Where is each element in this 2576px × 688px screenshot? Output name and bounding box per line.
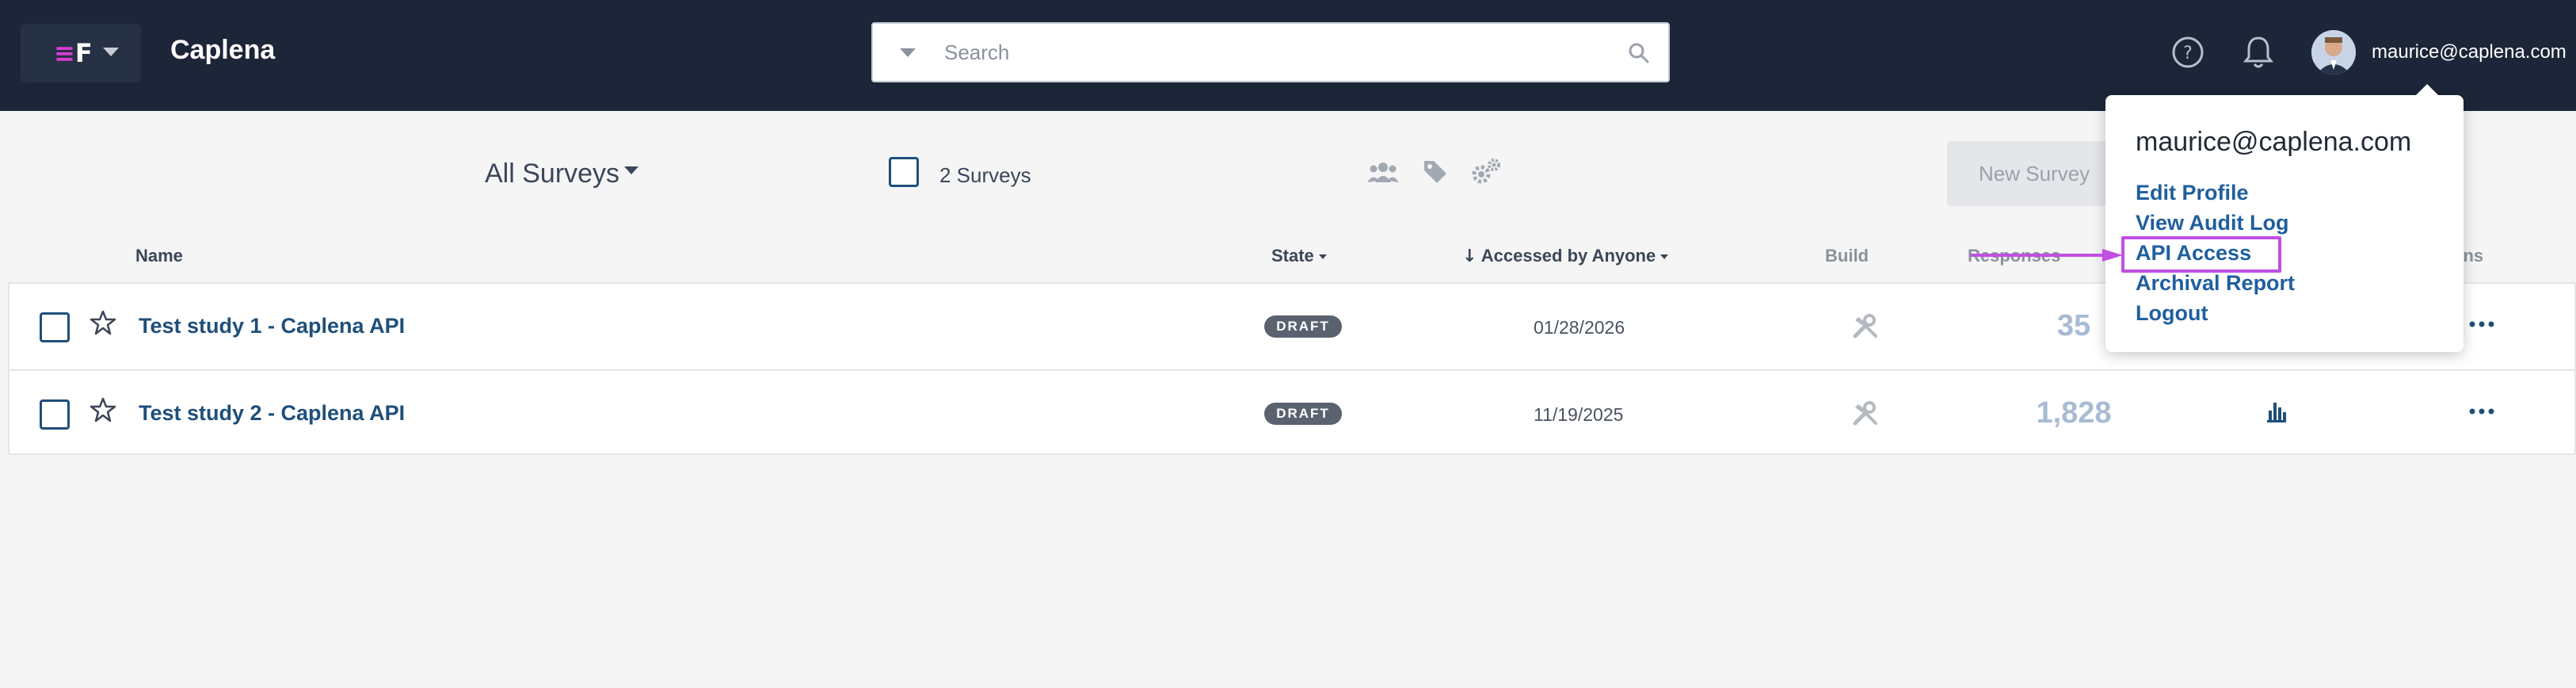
logo-menu-button[interactable]: ≡F — [21, 24, 141, 82]
users-group-icon[interactable] — [1367, 160, 1399, 184]
accessed-date: 01/28/2026 — [1534, 317, 1625, 338]
svg-text:?: ? — [2183, 44, 2193, 63]
user-menu-toggle[interactable]: maurice@caplena.com — [2372, 41, 2566, 63]
build-tools-icon[interactable] — [1852, 401, 1879, 426]
star-icon[interactable] — [89, 396, 117, 425]
new-survey-button[interactable]: New Survey — [1947, 141, 2121, 206]
analytics-bar-chart-icon[interactable] — [2265, 399, 2288, 423]
survey-name-link[interactable]: Test study 2 - Caplena API — [139, 401, 405, 426]
build-tools-icon[interactable] — [1852, 314, 1879, 339]
menu-item-archival-report[interactable]: Archival Report — [2136, 271, 2295, 296]
survey-filter-dropdown[interactable]: All Surveys — [485, 159, 639, 189]
sort-caret-icon — [1318, 254, 1327, 260]
avatar[interactable] — [2311, 30, 2356, 75]
annotation-highlight-box — [2121, 236, 2281, 273]
user-dropdown-menu: maurice@caplena.com Edit Profile View Au… — [2105, 84, 2464, 352]
response-count[interactable]: 1,828 — [2034, 396, 2113, 430]
selection-count: 2 Surveys — [939, 163, 1031, 187]
search-icon[interactable] — [1627, 41, 1651, 65]
row-checkbox[interactable] — [40, 312, 70, 342]
search-input[interactable] — [944, 35, 1602, 70]
accessed-date: 11/19/2025 — [1534, 404, 1624, 425]
table-row: Test study 2 - Caplena API DRAFT 11/19/2… — [10, 369, 2574, 455]
tag-icon[interactable] — [1422, 159, 1449, 185]
row-checkbox[interactable] — [40, 399, 70, 430]
select-all-checkbox[interactable] — [889, 157, 919, 187]
menu-item-logout[interactable]: Logout — [2136, 301, 2208, 326]
menu-item-edit-profile[interactable]: Edit Profile — [2136, 181, 2249, 205]
notification-bell-icon[interactable] — [2242, 33, 2275, 70]
column-header-accessed-label: Accessed by Anyone — [1480, 246, 1656, 266]
dropdown-notch — [2414, 84, 2440, 97]
more-options-icon[interactable] — [2468, 320, 2495, 328]
column-header-accessed[interactable]: ↓ Accessed by Anyone — [1462, 246, 1669, 266]
caret-down-icon — [624, 166, 639, 175]
status-badge: DRAFT — [1264, 403, 1342, 425]
logo-icon: ≡F — [54, 38, 93, 68]
sort-caret-icon — [1660, 254, 1669, 260]
column-header-build: Build — [1825, 246, 1869, 266]
star-icon[interactable] — [89, 309, 117, 338]
column-header-name[interactable]: Name — [135, 246, 183, 266]
column-header-state[interactable]: State — [1271, 246, 1327, 266]
annotation-arrow-icon — [1971, 249, 2123, 262]
search-scope-dropdown-icon[interactable] — [900, 48, 916, 57]
status-badge: DRAFT — [1264, 315, 1342, 338]
sort-descending-arrow-icon: ↓ — [1462, 247, 1477, 266]
more-options-icon[interactable] — [2468, 407, 2495, 415]
search-box — [871, 22, 1670, 82]
app-name: Caplena — [170, 35, 276, 65]
top-navigation-bar: ≡F Caplena ? maurice@caplena.com — [0, 0, 2576, 111]
menu-item-view-audit-log[interactable]: View Audit Log — [2136, 211, 2289, 235]
chevron-down-icon — [103, 48, 119, 56]
survey-filter-label: All Surveys — [485, 159, 620, 189]
survey-name-link[interactable]: Test study 1 - Caplena API — [139, 314, 405, 338]
settings-gears-icon[interactable] — [1470, 157, 1502, 187]
column-header-state-label: State — [1271, 246, 1314, 266]
dropdown-user-email: maurice@caplena.com — [2136, 127, 2412, 157]
help-icon[interactable]: ? — [2170, 35, 2205, 70]
response-count[interactable]: 35 — [2034, 309, 2113, 343]
